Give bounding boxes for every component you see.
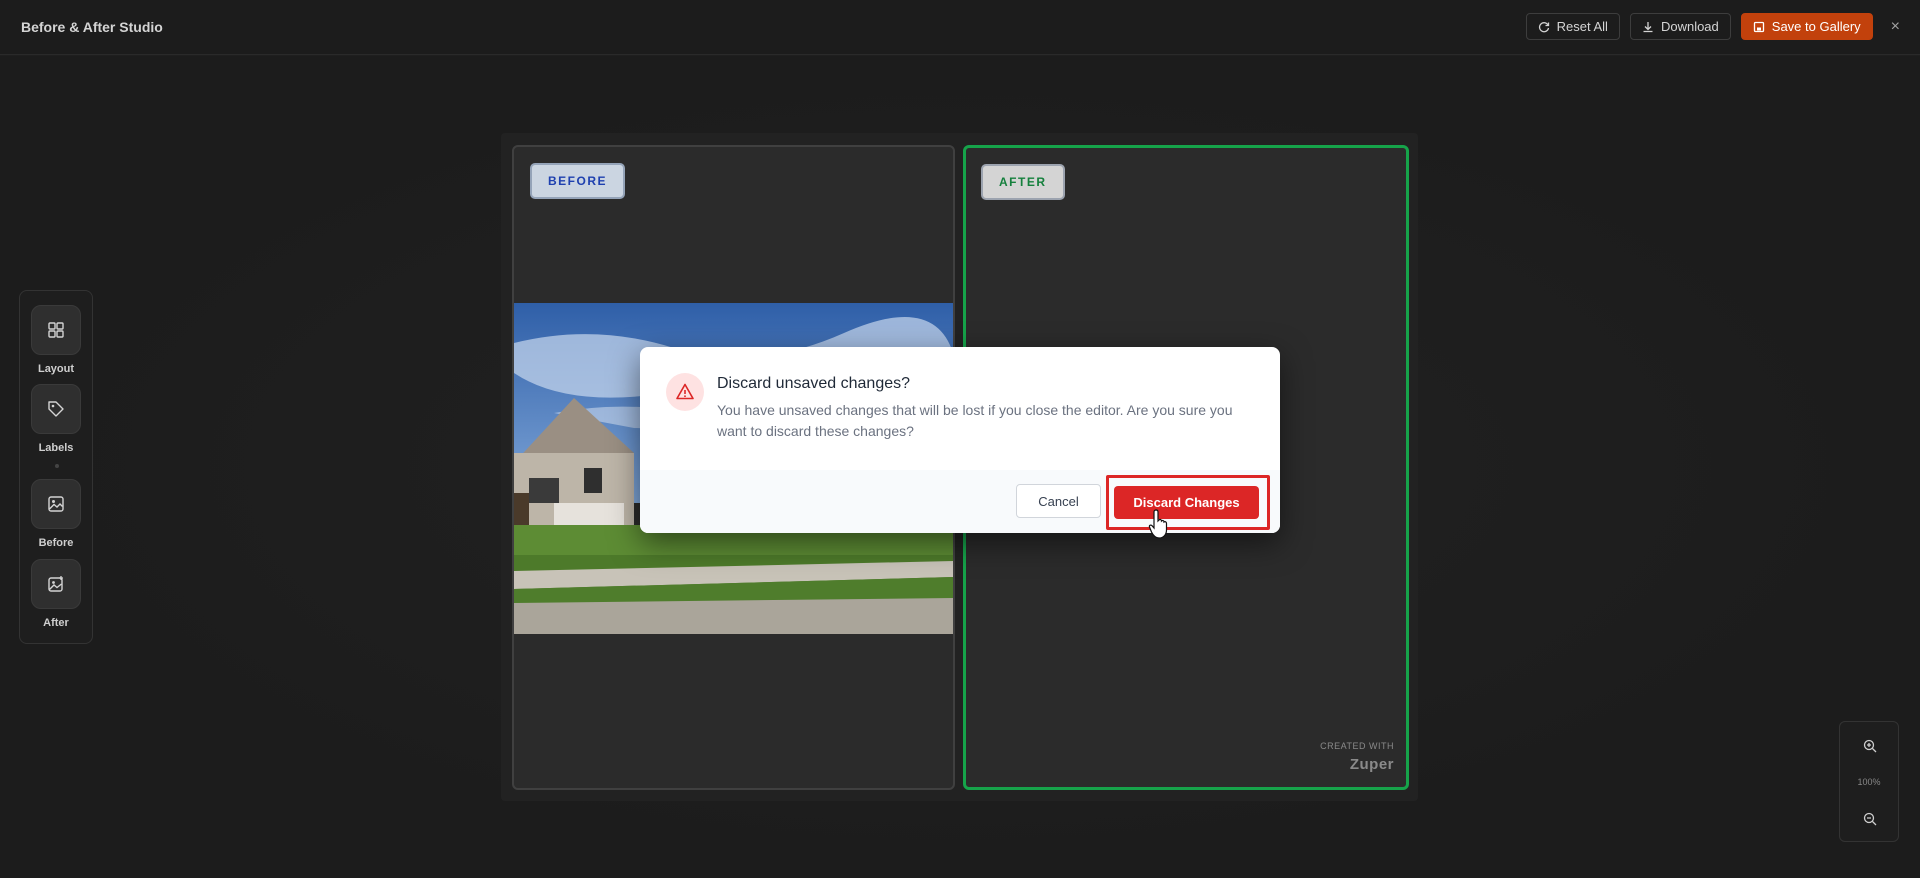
hand-cursor-icon [1148,508,1172,542]
dialog-message: You have unsaved changes that will be lo… [717,402,1233,439]
dialog-footer: Cancel Discard Changes [640,470,1280,533]
discard-changes-dialog: Discard unsaved changes? You have unsave… [640,347,1280,533]
warning-icon [666,373,704,411]
highlight-outline: Discard Changes [1106,475,1270,530]
dialog-title: Discard unsaved changes? [717,375,911,392]
discard-changes-button[interactable]: Discard Changes [1114,486,1259,519]
cancel-button[interactable]: Cancel [1016,484,1101,518]
